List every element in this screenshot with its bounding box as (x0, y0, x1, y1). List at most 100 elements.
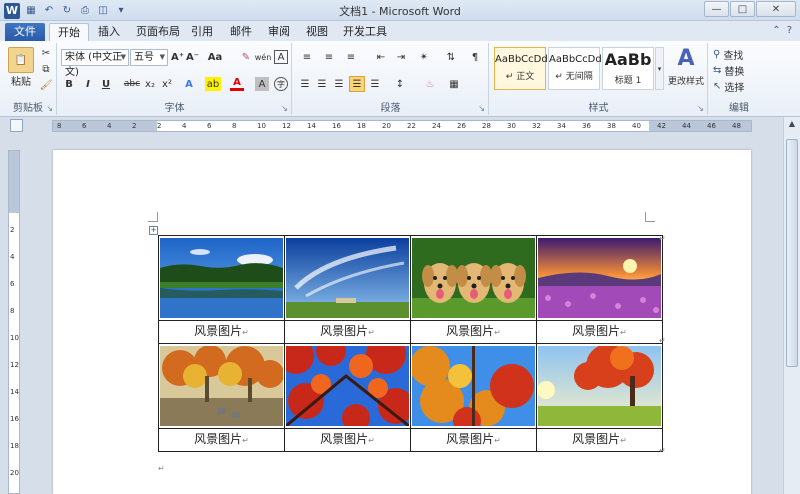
phonetic-guide-button[interactable]: wén (255, 50, 272, 64)
table-cell[interactable] (536, 343, 663, 429)
borders-icon[interactable]: ▦ (445, 77, 463, 91)
tab-insert[interactable]: 插入 (90, 23, 128, 41)
change-case-button[interactable]: Aa (205, 50, 225, 64)
multilevel-list-icon[interactable]: ≡ (342, 50, 360, 64)
maximize-icon[interactable]: □ (730, 1, 755, 17)
shrink-font-button[interactable]: A⁻ (186, 50, 199, 64)
font-name-combo[interactable]: 宋体 (中文正文) ▼ (61, 49, 129, 78)
table-cell[interactable]: 风景图片↵ (284, 428, 411, 452)
tab-selector-icon[interactable] (10, 119, 23, 132)
style-no-spacing[interactable]: AaBbCcDd ↵ 无间隔 (548, 47, 602, 90)
table-cell[interactable]: 风景图片↵ (158, 428, 285, 452)
vertical-ruler[interactable]: 2 4 6 8 10 12 14 16 18 20 (8, 150, 20, 494)
table-cell[interactable]: 风景图片↵ (410, 320, 537, 344)
change-styles-icon[interactable]: A (674, 45, 698, 71)
picture-table[interactable]: 风景图片↵ 风景图片↵ 风景图片↵ 风景图片↵ 风景图片↵ 风景图片↵ 风景图片… (158, 235, 663, 452)
table-cell[interactable] (536, 235, 663, 321)
italic-button[interactable]: I (82, 77, 94, 91)
line-spacing-icon[interactable]: ↕ (391, 77, 409, 91)
chinese-layout-icon[interactable]: ✴ (415, 50, 433, 64)
table-cell[interactable] (284, 235, 411, 321)
bold-button[interactable]: B (63, 77, 75, 91)
align-right-icon[interactable]: ☰ (332, 77, 346, 91)
subscript-button[interactable]: x₂ (143, 77, 157, 91)
copy-icon[interactable]: ⧉ (40, 63, 52, 75)
character-shading-button[interactable]: A (255, 77, 269, 91)
replace-button[interactable]: ⇆ 替换 (713, 63, 763, 78)
superscript-button[interactable]: x² (160, 77, 174, 91)
strikethrough-button[interactable]: abc (124, 77, 140, 91)
blue-sky-field-photo[interactable] (286, 238, 409, 318)
autumn-park-photo[interactable] (160, 346, 283, 426)
find-button[interactable]: ⚲ 查找 (713, 47, 763, 62)
style-heading-1[interactable]: AaBb 标题 1 (602, 47, 654, 90)
paste-button[interactable]: 粘贴 (4, 73, 38, 88)
clear-formatting-button[interactable]: ✎ (239, 50, 253, 64)
show-marks-icon[interactable]: ¶ (468, 50, 482, 64)
table-cell[interactable]: 风景图片↵ (284, 320, 411, 344)
tab-file[interactable]: 文件 (5, 23, 45, 41)
table-move-handle-icon[interactable]: + (149, 226, 158, 235)
minimize-icon[interactable]: — (704, 1, 729, 17)
help-icon[interactable]: ? (787, 25, 792, 36)
red-tree-meadow-photo[interactable] (538, 346, 661, 426)
three-puppies-photo[interactable] (412, 238, 535, 318)
scroll-up-icon[interactable]: ▲ (786, 119, 798, 133)
increase-indent-icon[interactable]: ⇥ (393, 50, 409, 64)
text-effects-button[interactable]: A (182, 77, 196, 91)
cut-icon[interactable]: ✂ (40, 47, 52, 59)
shading-icon[interactable]: ♨ (421, 77, 439, 91)
tab-view[interactable]: 视图 (298, 23, 336, 41)
paragraph-launcher-icon[interactable]: ↘ (478, 104, 485, 113)
font-size-combo[interactable]: 五号 ▼ (130, 49, 168, 66)
align-center-icon[interactable]: ☰ (315, 77, 329, 91)
decrease-indent-icon[interactable]: ⇤ (373, 50, 389, 64)
justify-icon[interactable]: ☰ (349, 76, 365, 92)
numbering-icon[interactable]: ≡ (320, 50, 338, 64)
select-button[interactable]: ↖ 选择 (713, 79, 763, 94)
sort-icon[interactable]: ⇅ (443, 50, 459, 64)
tab-review[interactable]: 审阅 (260, 23, 298, 41)
minimize-ribbon-icon[interactable]: ⌃ (772, 25, 780, 36)
table-cell[interactable] (410, 343, 537, 429)
table-cell[interactable]: 风景图片↵ (410, 428, 537, 452)
table-cell[interactable]: 风景图片↵ (536, 320, 663, 344)
distributed-icon[interactable]: ☰ (368, 77, 382, 91)
document-page[interactable]: + 风景图片↵ 风景图片↵ 风景图片↵ 风景图片↵ 风景图片↵ 风景图片↵ 风景… (53, 150, 751, 494)
horizontal-ruler[interactable]: 8 6 4 2 2 4 6 8 10 12 14 16 18 20 22 24 26 28 30 32 34 36 38 40… (52, 120, 752, 132)
autumn-trees-photo[interactable] (412, 346, 535, 426)
scrollbar-thumb[interactable] (786, 139, 798, 367)
character-border-button[interactable]: A (274, 50, 288, 64)
align-left-icon[interactable]: ☰ (298, 77, 312, 91)
table-cell[interactable]: 风景图片↵ (536, 428, 663, 452)
table-cell[interactable] (410, 235, 537, 321)
clipboard-launcher-icon[interactable]: ↘ (46, 104, 53, 113)
close-icon[interactable]: ✕ (756, 1, 796, 17)
sunset-flower-field-photo[interactable] (538, 238, 661, 318)
change-styles-button[interactable]: 更改样式 (666, 73, 706, 87)
grow-font-button[interactable]: A⁺ (171, 50, 184, 64)
table-cell[interactable] (158, 235, 285, 321)
table-cell[interactable] (158, 343, 285, 429)
tab-developer[interactable]: 开发工具 (335, 23, 395, 41)
style-normal[interactable]: AaBbCcDd ↵ 正文 (494, 47, 548, 90)
lake-forest-photo[interactable] (160, 238, 283, 318)
font-color-button[interactable]: A (230, 77, 244, 91)
enclose-characters-button[interactable]: 字 (274, 77, 288, 91)
styles-more-icon[interactable]: ▾ (655, 47, 664, 90)
table-cell[interactable]: 风景图片↵ (158, 320, 285, 344)
tab-mailings[interactable]: 邮件 (222, 23, 260, 41)
font-launcher-icon[interactable]: ↘ (281, 104, 288, 113)
red-maple-sky-photo[interactable] (286, 346, 409, 426)
tab-page-layout[interactable]: 页面布局 (128, 23, 188, 41)
styles-launcher-icon[interactable]: ↘ (697, 104, 704, 113)
highlight-button[interactable]: ab (205, 77, 221, 91)
vertical-scrollbar[interactable]: ▲ (783, 117, 800, 494)
bullets-icon[interactable]: ≡ (298, 50, 316, 64)
tab-references[interactable]: 引用 (183, 23, 221, 41)
tab-home[interactable]: 开始 (49, 23, 89, 41)
table-cell[interactable] (284, 343, 411, 429)
underline-button[interactable]: U (100, 77, 112, 91)
paste-icon[interactable]: 📋 (8, 47, 34, 73)
format-painter-icon[interactable]: 🖌 (40, 79, 53, 91)
